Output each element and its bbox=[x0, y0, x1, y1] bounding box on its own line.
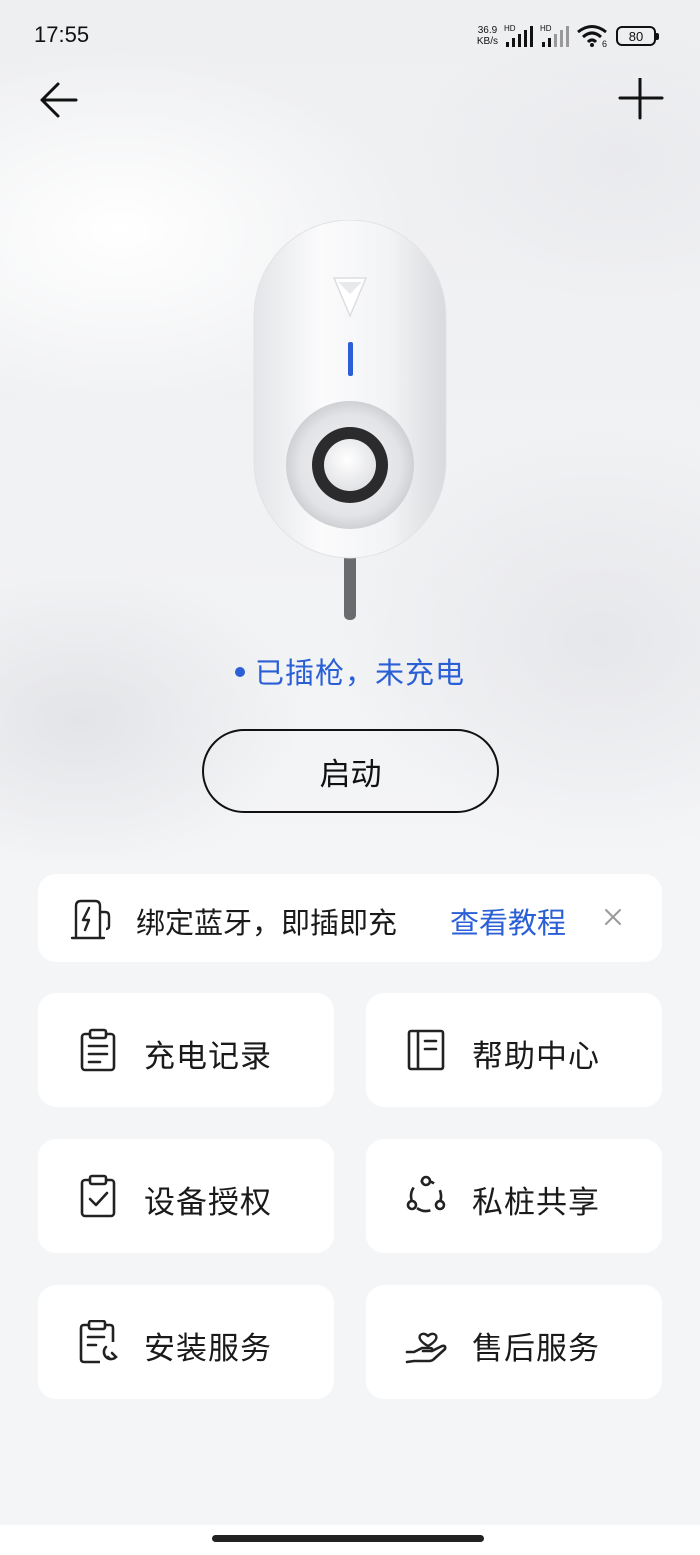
signal-hd-label: HD bbox=[504, 24, 516, 33]
home-indicator[interactable] bbox=[212, 1535, 484, 1542]
wifi-icon: 6 bbox=[577, 25, 607, 48]
tile-label: 设备授权 bbox=[144, 1185, 272, 1221]
tile-charging-records[interactable]: 充电记录 bbox=[38, 993, 334, 1107]
tile-label: 安装服务 bbox=[144, 1331, 272, 1367]
tile-label: 私桩共享 bbox=[472, 1185, 600, 1221]
back-arrow-icon[interactable] bbox=[38, 80, 80, 120]
tile-installation-service[interactable]: 安装服务 bbox=[38, 1285, 334, 1399]
network-speed: 36.9 KB/s bbox=[477, 25, 498, 47]
device-status-text: 已插枪，未充电 bbox=[254, 656, 465, 690]
clipboard-list-icon bbox=[80, 1028, 116, 1072]
tile-label: 帮助中心 bbox=[472, 1039, 600, 1075]
signal-hd-label-2: HD bbox=[540, 24, 552, 33]
view-tutorial-link[interactable]: 查看教程 bbox=[450, 900, 566, 942]
bluetooth-banner: 绑定蓝牙，即插即充 查看教程 bbox=[38, 874, 662, 962]
charger-device-image bbox=[253, 220, 447, 620]
close-icon[interactable] bbox=[602, 906, 624, 928]
hand-heart-icon bbox=[405, 1332, 447, 1364]
status-bar: 17:55 36.9 KB/s HD HD 6 80 bbox=[0, 0, 700, 70]
wifi-label: 6 bbox=[602, 39, 607, 48]
network-speed-unit: KB/s bbox=[476, 36, 498, 47]
clipboard-check-icon bbox=[80, 1174, 116, 1218]
tile-label: 售后服务 bbox=[472, 1331, 600, 1367]
charger-plug-icon bbox=[70, 899, 111, 940]
network-speed-value: 36.9 bbox=[477, 25, 498, 36]
share-nodes-icon bbox=[406, 1175, 446, 1213]
tile-device-authorization[interactable]: 设备授权 bbox=[38, 1139, 334, 1253]
status-icons: 36.9 KB/s HD HD 6 80 bbox=[477, 22, 659, 50]
tile-private-pile-sharing[interactable]: 私桩共享 bbox=[366, 1139, 662, 1253]
battery-indicator: 80 bbox=[616, 26, 659, 46]
bluetooth-banner-text: 绑定蓝牙，即插即充 bbox=[136, 906, 398, 940]
signal-icon: HD bbox=[504, 24, 533, 47]
tile-label: 充电记录 bbox=[144, 1039, 272, 1075]
start-button[interactable]: 启动 bbox=[202, 729, 499, 813]
device-status: 已插枪，未充电 bbox=[0, 650, 700, 692]
tile-help-center[interactable]: 帮助中心 bbox=[366, 993, 662, 1107]
install-wrench-icon bbox=[79, 1320, 118, 1364]
tile-after-sales-service[interactable]: 售后服务 bbox=[366, 1285, 662, 1399]
status-dot-icon bbox=[234, 667, 245, 677]
battery-level: 80 bbox=[628, 28, 644, 44]
add-icon[interactable] bbox=[618, 78, 664, 122]
status-time: 17:55 bbox=[34, 22, 90, 47]
signal-icon-secondary: HD bbox=[540, 24, 569, 47]
notebook-icon bbox=[407, 1029, 445, 1071]
start-button-label: 启动 bbox=[319, 756, 382, 793]
